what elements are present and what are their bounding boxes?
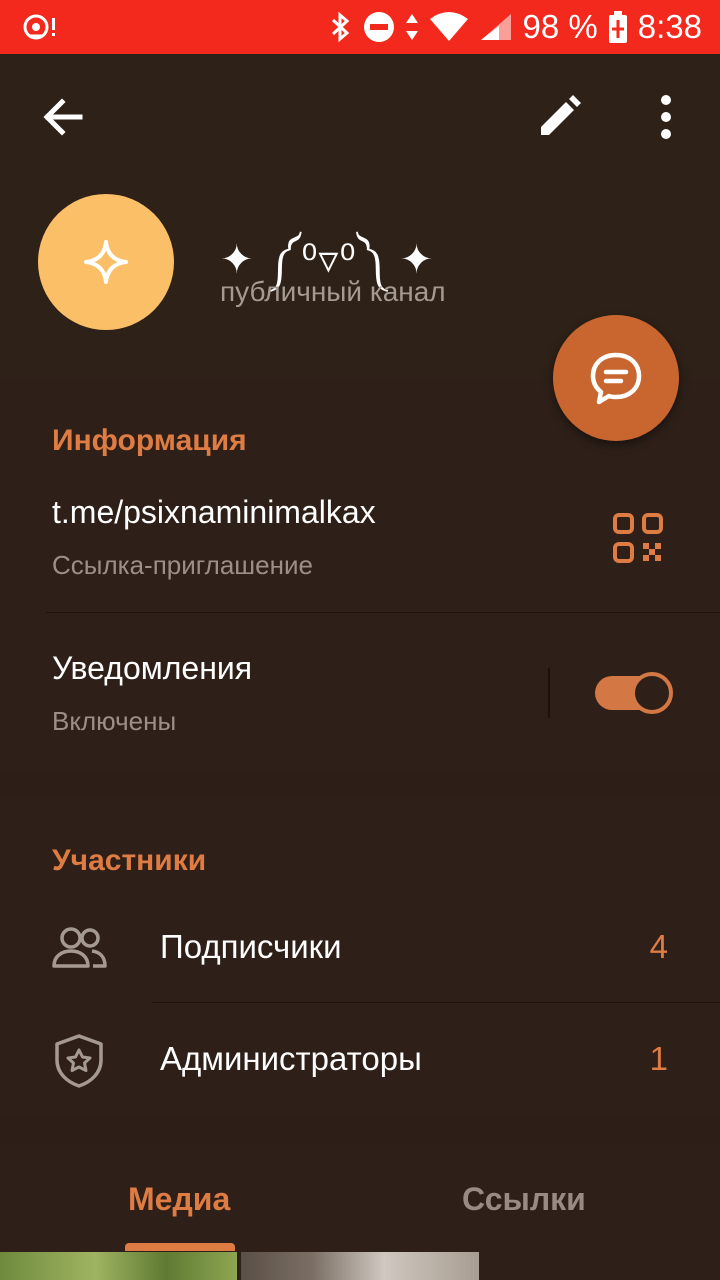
shield-star-icon [50, 1032, 108, 1090]
divider [548, 668, 550, 718]
arrow-left-icon [43, 98, 83, 136]
bluetooth-icon [329, 11, 353, 43]
tab-media[interactable]: Медиа [128, 1181, 230, 1218]
sparkle-icon [84, 240, 128, 284]
channel-type: публичный канал [220, 276, 446, 307]
pencil-icon [541, 95, 581, 135]
wifi-icon [429, 11, 469, 43]
status-bar: 98 % 8:38 [0, 0, 720, 54]
toggle-knob [631, 672, 673, 714]
members-section: Участники Подписчики 4 Администраторы 1 [0, 798, 720, 1116]
subscribers-count: 4 [649, 928, 668, 965]
chat-bubble-icon [590, 352, 642, 405]
active-tab-indicator [125, 1243, 235, 1251]
more-options-button[interactable] [650, 92, 682, 142]
media-thumbnail[interactable] [0, 1252, 237, 1280]
admins-label[interactable]: Администраторы [160, 1040, 422, 1078]
battery-charging-icon [608, 10, 628, 44]
notifications-toggle[interactable] [595, 672, 673, 714]
back-button[interactable] [38, 92, 88, 142]
channel-avatar[interactable] [38, 194, 174, 330]
subscribers-label[interactable]: Подписчики [160, 928, 342, 966]
battery-percent: 98 % [522, 8, 598, 45]
edit-button[interactable] [536, 94, 582, 140]
screen-record-icon [22, 12, 58, 42]
admins-count: 1 [649, 1040, 668, 1077]
more-vertical-icon [661, 95, 671, 139]
users-icon [50, 920, 108, 978]
status-indicators: 98 % 8:38 [329, 0, 702, 54]
info-section-title: Информация [52, 424, 247, 457]
notifications-label[interactable]: Уведомления [52, 650, 252, 687]
divider [46, 612, 720, 613]
data-arrows-icon [405, 12, 419, 42]
open-chat-button[interactable] [553, 315, 679, 441]
qr-code-icon [613, 513, 663, 563]
do-not-disturb-icon [363, 11, 395, 43]
invite-link-caption: Ссылка-приглашение [52, 550, 313, 580]
invite-link[interactable]: t.me/psixnaminimalkax [52, 494, 376, 531]
media-thumbnail[interactable] [241, 1252, 479, 1280]
media-grid [0, 1252, 720, 1280]
members-section-title: Участники [52, 844, 207, 877]
signal-icon [479, 12, 513, 42]
divider [152, 1002, 720, 1003]
qr-code-button[interactable] [612, 512, 664, 564]
notifications-state: Включены [52, 706, 177, 736]
clock: 8:38 [637, 8, 702, 45]
tab-links[interactable]: Ссылки [462, 1181, 586, 1218]
channel-title: ✦ ༼⁰▿⁰༽ ✦ [220, 237, 435, 283]
